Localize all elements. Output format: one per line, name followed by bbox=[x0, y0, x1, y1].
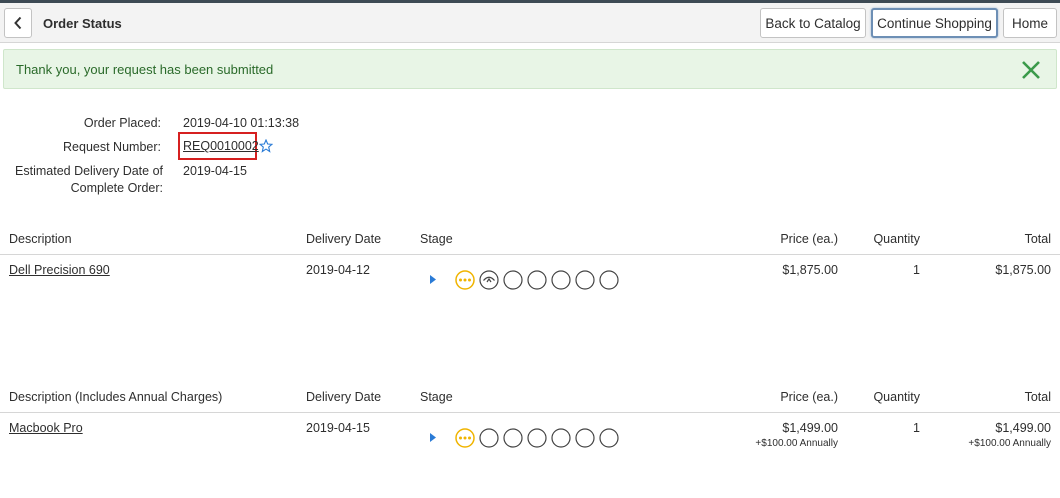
estimated-delivery-label-line1: Estimated Delivery Date of bbox=[15, 164, 163, 178]
quantity-value: 1 bbox=[913, 263, 920, 277]
column-header-stage: Stage bbox=[420, 232, 453, 246]
stage-pending-icon bbox=[575, 428, 595, 448]
table-header-divider bbox=[0, 254, 1060, 255]
star-icon[interactable] bbox=[259, 139, 273, 153]
success-message: Thank you, your request has been submitt… bbox=[3, 49, 1057, 89]
stage-pending-icon bbox=[551, 428, 571, 448]
total-annual-charge: +$100.00 Annually bbox=[968, 438, 1051, 449]
column-header-price: Price (ea.) bbox=[780, 232, 838, 246]
stage-indicator[interactable] bbox=[428, 269, 624, 291]
item-link-dell-precision[interactable]: Dell Precision 690 bbox=[9, 263, 110, 277]
column-header-description: Description bbox=[9, 232, 72, 246]
stage-pending-icon bbox=[503, 270, 523, 290]
column-header-description: Description (Includes Annual Charges) bbox=[9, 390, 223, 404]
estimated-delivery-label-line2: Complete Order: bbox=[70, 181, 163, 195]
quantity-value: 1 bbox=[913, 421, 920, 435]
stage-in-progress-icon bbox=[455, 428, 475, 448]
header-bar: Order Status Back to Catalog Continue Sh… bbox=[0, 3, 1060, 43]
continue-shopping-button[interactable]: Continue Shopping bbox=[871, 8, 998, 38]
stage-pending-icon bbox=[527, 428, 547, 448]
item-link-macbook-pro[interactable]: Macbook Pro bbox=[9, 421, 83, 435]
chevron-left-icon bbox=[14, 16, 22, 30]
column-header-stage: Stage bbox=[420, 390, 453, 404]
stage-pending-icon bbox=[575, 270, 595, 290]
price-annual-charge: +$100.00 Annually bbox=[755, 438, 838, 449]
close-icon[interactable] bbox=[1020, 59, 1042, 81]
stage-in-progress-icon bbox=[455, 270, 475, 290]
stage-pending-icon bbox=[599, 428, 619, 448]
stage-indicator[interactable] bbox=[428, 427, 624, 449]
stage-pending-icon bbox=[599, 270, 619, 290]
estimated-delivery-value: 2019-04-15 bbox=[183, 164, 247, 178]
column-header-price: Price (ea.) bbox=[780, 390, 838, 404]
estimated-delivery-label: Estimated Delivery Date of Complete Orde… bbox=[10, 163, 163, 197]
column-header-delivery-date: Delivery Date bbox=[306, 390, 382, 404]
stage-pending-icon bbox=[551, 270, 571, 290]
price-value: $1,499.00 bbox=[782, 421, 838, 435]
column-header-quantity: Quantity bbox=[873, 390, 920, 404]
back-button[interactable] bbox=[4, 8, 32, 38]
column-header-total: Total bbox=[1024, 232, 1051, 246]
delivery-date: 2019-04-12 bbox=[306, 263, 370, 277]
stage-pending-icon bbox=[479, 428, 499, 448]
total-value: $1,499.00 bbox=[995, 421, 1051, 435]
table-header-divider bbox=[0, 412, 1060, 413]
stage-pending-icon bbox=[503, 428, 523, 448]
order-placed-value: 2019-04-10 01:13:38 bbox=[183, 116, 300, 130]
price-value: $1,875.00 bbox=[782, 263, 838, 277]
back-to-catalog-button[interactable]: Back to Catalog bbox=[760, 8, 866, 38]
request-number-link[interactable]: REQ0010002 bbox=[183, 139, 259, 153]
stage-pending-icon bbox=[527, 270, 547, 290]
delivery-date: 2019-04-15 bbox=[306, 421, 370, 435]
home-button[interactable]: Home bbox=[1003, 8, 1057, 38]
success-message-text: Thank you, your request has been submitt… bbox=[16, 62, 274, 77]
expand-arrow-icon bbox=[430, 275, 436, 284]
stage-approval-icon bbox=[479, 270, 499, 290]
column-header-delivery-date: Delivery Date bbox=[306, 232, 382, 246]
page-title: Order Status bbox=[43, 16, 122, 31]
column-header-quantity: Quantity bbox=[873, 232, 920, 246]
request-number-label: Request Number: bbox=[63, 140, 161, 154]
column-header-total: Total bbox=[1024, 390, 1051, 404]
total-value: $1,875.00 bbox=[995, 263, 1051, 277]
order-placed-label: Order Placed: bbox=[83, 116, 161, 130]
expand-arrow-icon bbox=[430, 433, 436, 442]
